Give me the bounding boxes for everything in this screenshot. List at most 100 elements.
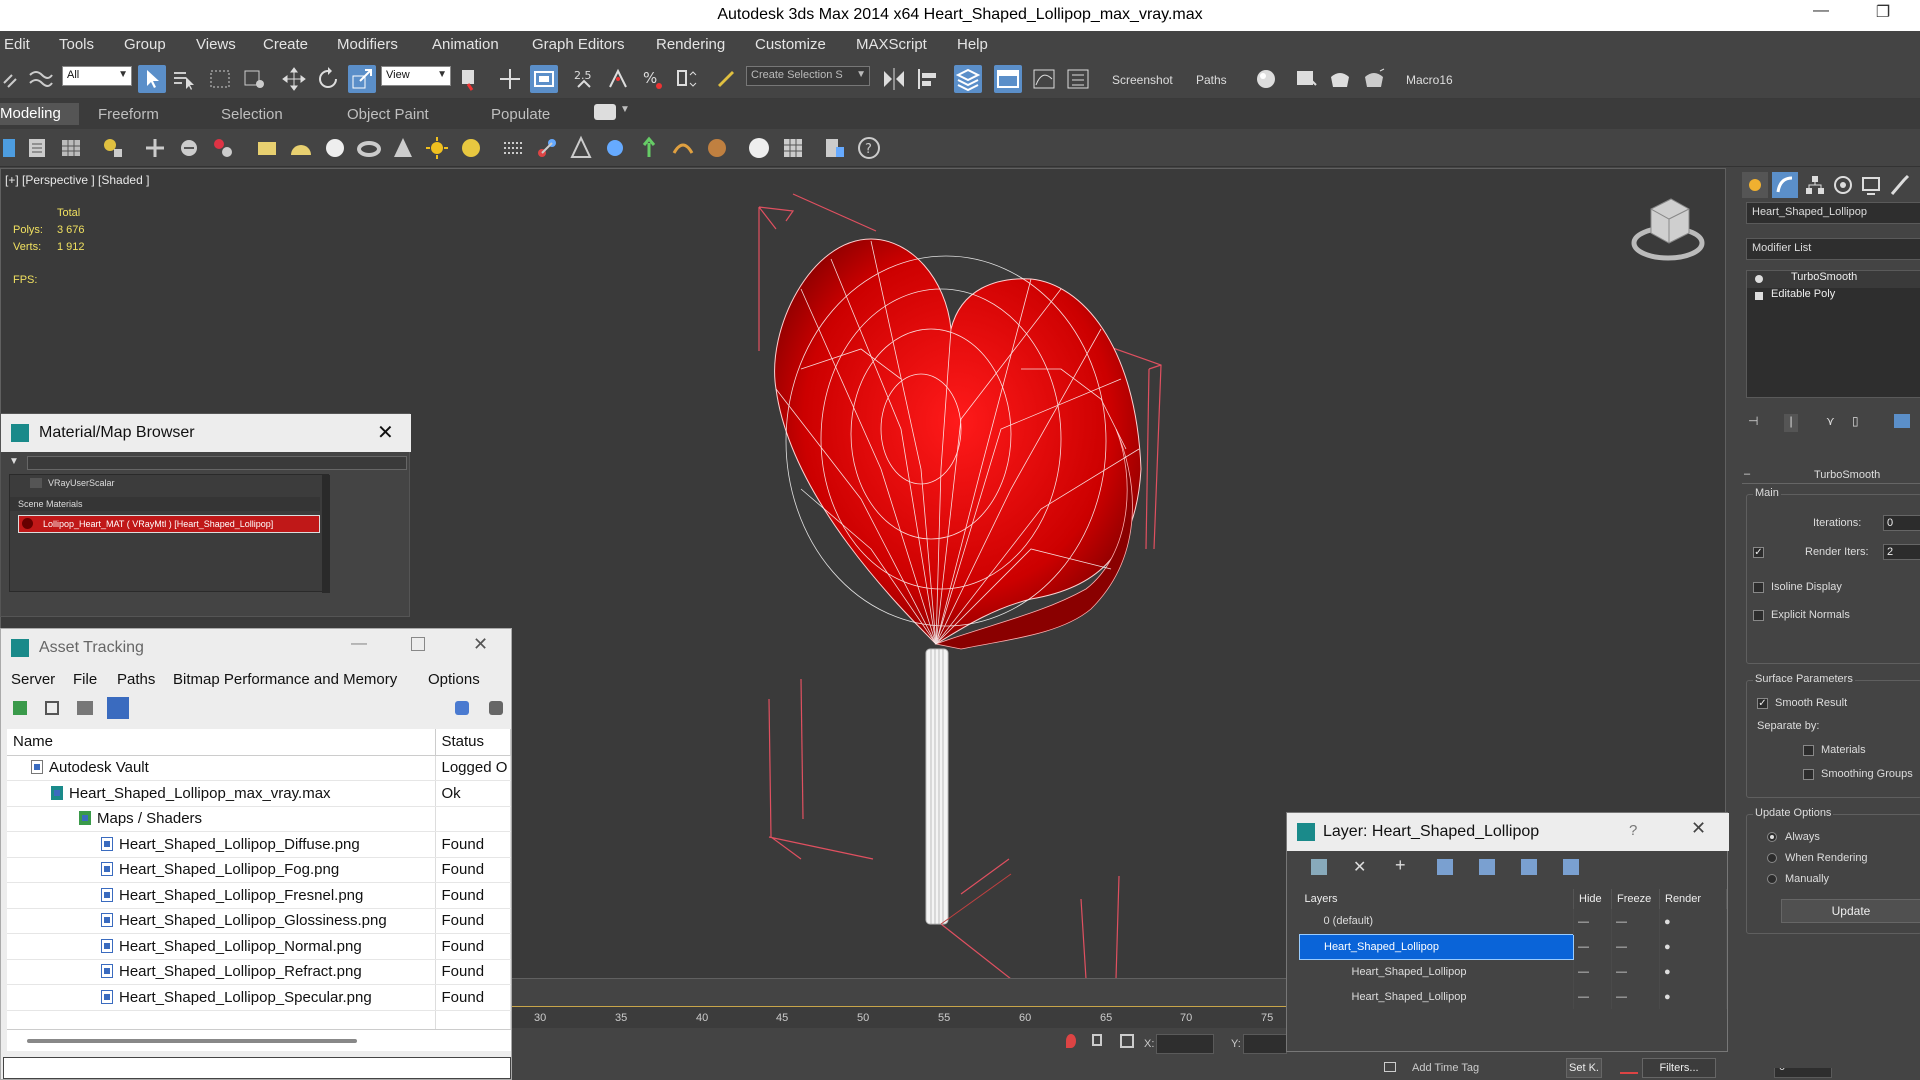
reference-coordinate-dropdown[interactable]: View ▼ (381, 66, 451, 86)
select-manipulate-icon[interactable] (496, 65, 524, 93)
materials-checkbox[interactable] (1803, 745, 1814, 756)
layer-row[interactable]: 0 (default) — — ● (1299, 909, 1727, 934)
restore-button[interactable]: ❐ (1860, 2, 1906, 28)
spinner-snap-icon[interactable] (672, 65, 700, 93)
display-tab-icon[interactable] (1858, 172, 1884, 198)
curve-editor-icon[interactable] (1030, 65, 1058, 93)
window-crossing-icon[interactable] (240, 65, 268, 93)
unlink-icon[interactable] (0, 65, 28, 93)
menu-views[interactable]: Views (196, 36, 236, 53)
stack-item-turbosmooth[interactable]: TurboSmooth (1747, 271, 1920, 288)
key-filter-icon[interactable] (1620, 1060, 1638, 1074)
table-row[interactable]: Heart_Shaped_Lollipop_Normal.png Found (7, 933, 511, 960)
selection-filter-dropdown[interactable]: All ▼ (62, 66, 132, 86)
configure-sets-icon[interactable] (1894, 414, 1910, 428)
macro-label[interactable]: Macro16 (1406, 73, 1453, 87)
highlight-layer-icon[interactable] (1479, 859, 1495, 875)
horizontal-scrollbar[interactable] (7, 1029, 511, 1051)
always-radio[interactable] (1767, 832, 1777, 842)
tab-object-paint[interactable]: Object Paint (347, 106, 429, 123)
hf-icon[interactable] (670, 135, 696, 161)
material-sphere-icon[interactable] (746, 135, 772, 161)
browser-options-icon[interactable]: ▼ (9, 456, 19, 467)
maximize-icon[interactable] (411, 637, 425, 651)
align-icon[interactable] (914, 65, 942, 93)
set-key-button[interactable]: Set K. (1566, 1058, 1602, 1078)
spacewarp-icon[interactable] (176, 135, 202, 161)
refresh-icon[interactable] (13, 701, 27, 715)
particles-icon[interactable] (500, 135, 526, 161)
systems-icon[interactable] (210, 135, 236, 161)
edit-named-selection-icon[interactable] (712, 65, 740, 93)
rollout-header[interactable]: – TurboSmooth (1742, 468, 1920, 484)
column-hide[interactable]: Hide (1573, 889, 1612, 909)
omni-light-icon[interactable] (458, 135, 484, 161)
layer-row[interactable]: Heart_Shaped_Lollipop — — ● (1299, 933, 1727, 960)
table-row[interactable]: Autodesk Vault Logged O (7, 755, 511, 781)
create-layer-icon[interactable] (1311, 859, 1327, 875)
expand-icon[interactable] (1755, 292, 1763, 300)
layer-row[interactable]: Heart_Shaped_Lollipop — — ● (1299, 959, 1727, 984)
screenshot-label[interactable]: Screenshot (1112, 73, 1173, 87)
show-end-result-icon[interactable]: | (1784, 414, 1798, 432)
x-coordinate-field[interactable] (1156, 1034, 1214, 1054)
box-icon[interactable] (254, 135, 280, 161)
torus-icon[interactable] (356, 135, 382, 161)
add-to-layer-icon[interactable]: + (1395, 855, 1406, 876)
hair-icon[interactable] (602, 135, 628, 161)
close-icon[interactable]: ✕ (377, 420, 394, 445)
iterations-spinner[interactable]: 0 (1883, 515, 1920, 531)
help-button[interactable]: ? (1629, 822, 1637, 839)
delete-layer-icon[interactable]: ✕ (1353, 857, 1366, 877)
biped-icon[interactable] (568, 135, 594, 161)
select-object-icon[interactable] (138, 65, 166, 93)
asset-tracking-titlebar[interactable]: Asset Tracking — ✕ (1, 629, 513, 667)
material-grid-icon[interactable] (780, 135, 806, 161)
menu-create[interactable]: Create (263, 36, 308, 53)
y-coordinate-field[interactable] (1243, 1034, 1287, 1054)
column-render[interactable]: Render (1659, 889, 1727, 909)
table-row[interactable]: Heart_Shaped_Lollipop_Fresnel.png Found (7, 882, 511, 909)
pivot-center-icon[interactable] (456, 65, 484, 93)
sun-icon[interactable] (424, 135, 450, 161)
modify-tab-icon[interactable] (1772, 172, 1798, 198)
column-freeze[interactable]: Freeze (1611, 889, 1660, 909)
filters-button[interactable]: Filters... (1642, 1058, 1716, 1078)
isoline-checkbox[interactable] (1753, 582, 1764, 593)
timeline-track[interactable]: 30 35 40 45 50 55 60 65 70 75 (512, 1006, 1286, 1028)
settings-icon[interactable] (489, 701, 503, 715)
grid-icon[interactable] (58, 135, 84, 161)
absolute-mode-icon[interactable] (1120, 1034, 1134, 1048)
smooth-result-checkbox[interactable]: ✓ (1757, 698, 1768, 709)
material-item-lollipop[interactable]: Lollipop_Heart_MAT ( VRayMtl ) [Heart_Sh… (18, 515, 320, 533)
render-iters-spinner[interactable]: 2 (1883, 544, 1920, 560)
pin-stack-icon[interactable]: ⊣ (1748, 414, 1758, 428)
close-icon[interactable]: ✕ (473, 634, 488, 655)
bind-spacewarp-icon[interactable] (26, 65, 54, 93)
table-row[interactable]: Heart_Shaped_Lollipop_Fog.png Found (7, 857, 511, 883)
column-status[interactable]: Status (435, 729, 511, 756)
ribbon-dropdown-icon[interactable]: ▼ (620, 104, 630, 115)
mirror-icon[interactable] (880, 65, 908, 93)
tab-selection[interactable]: Selection (221, 106, 283, 123)
ribbon-options-icon[interactable] (594, 104, 616, 120)
angle-snap-icon[interactable] (604, 65, 632, 93)
table-row[interactable]: Heart_Shaped_Lollipop_Diffuse.png Found (7, 831, 511, 858)
table-view-icon[interactable] (107, 697, 129, 719)
menu-tools[interactable]: Tools (59, 36, 94, 53)
pin-icon[interactable] (1066, 1034, 1076, 1048)
helpers-icon[interactable] (142, 135, 168, 161)
utilities-tab-icon[interactable] (1886, 172, 1912, 198)
when-rendering-radio[interactable] (1767, 853, 1777, 863)
table-row[interactable]: Heart_Shaped_Lollipop_Specular.png Found (7, 984, 511, 1011)
rendered-frame-icon[interactable] (1326, 65, 1354, 93)
menu-paths[interactable]: Paths (117, 671, 155, 688)
material-browser-titlebar[interactable]: Material/Map Browser ✕ (1, 414, 411, 452)
menu-customize[interactable]: Customize (755, 36, 826, 53)
list-icon[interactable] (24, 135, 50, 161)
named-selection-set-dropdown[interactable]: Create Selection S ▼ (746, 66, 870, 86)
column-layers[interactable]: Layers (1299, 889, 1574, 909)
paths-label[interactable]: Paths (1196, 73, 1227, 87)
foliage-icon[interactable] (636, 135, 662, 161)
menu-file[interactable]: File (73, 671, 97, 688)
